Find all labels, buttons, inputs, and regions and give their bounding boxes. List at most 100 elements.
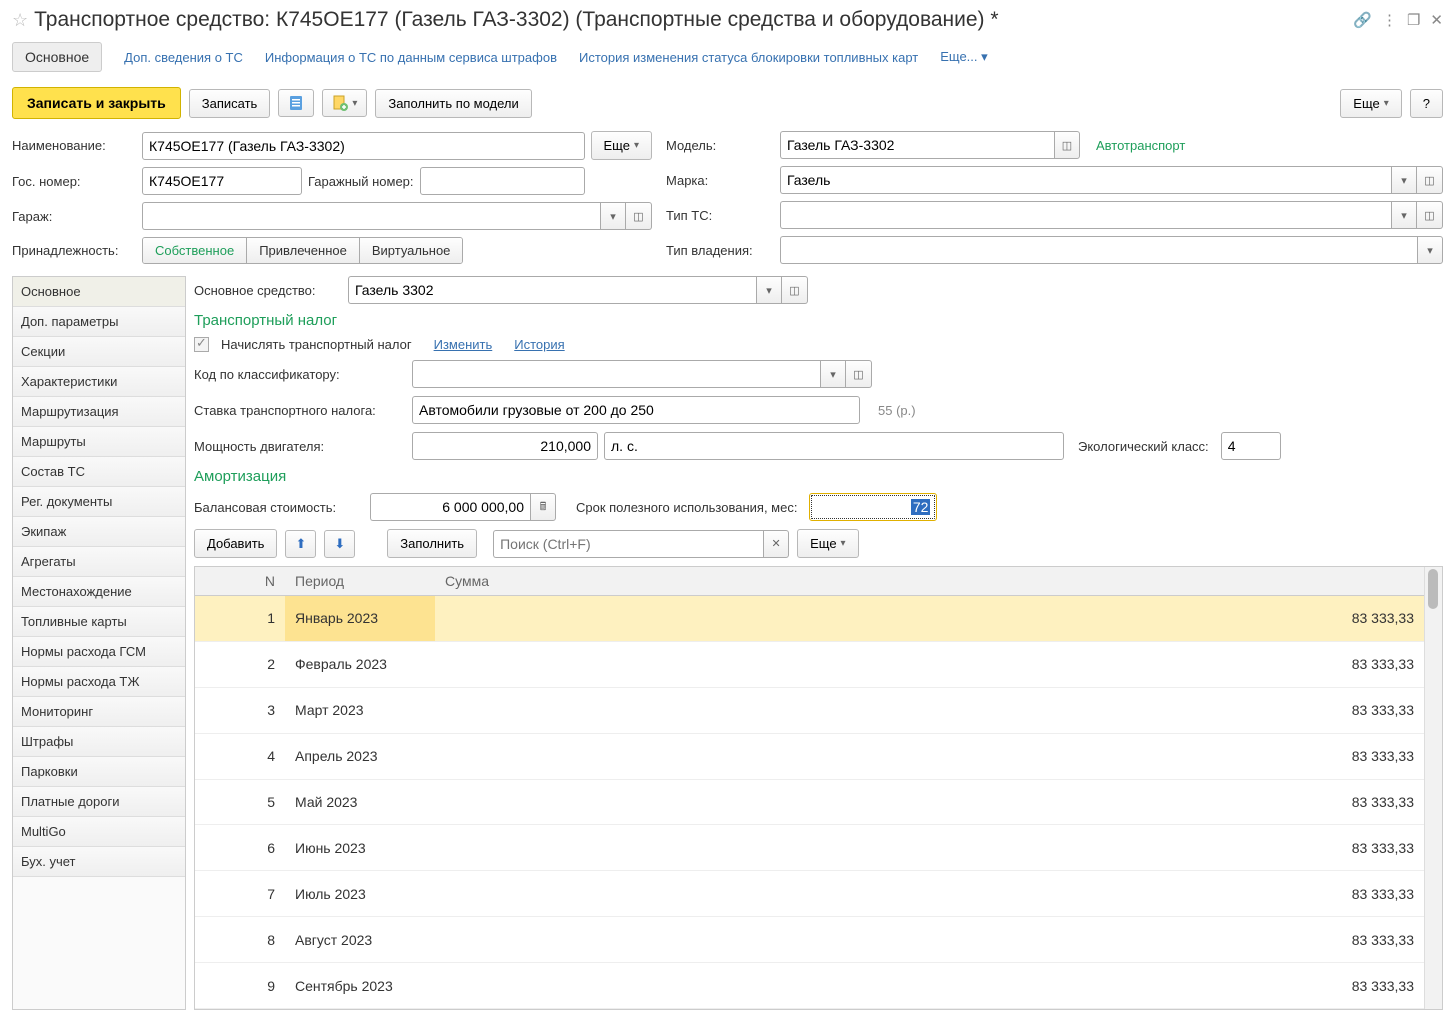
table-row[interactable]: 8Август 202383 333,33 bbox=[195, 917, 1424, 963]
table-more-button[interactable]: Еще ▾ bbox=[797, 529, 858, 558]
tax-checkbox[interactable] bbox=[194, 337, 209, 352]
tax-edit-link[interactable]: Изменить bbox=[434, 337, 493, 352]
tipts-input[interactable] bbox=[780, 201, 1391, 229]
side-item-routes[interactable]: Маршруты bbox=[13, 427, 185, 457]
save-close-button[interactable]: Записать и закрыть bbox=[12, 87, 181, 119]
ownership-contracted[interactable]: Привлеченное bbox=[247, 238, 360, 263]
eco-input[interactable] bbox=[1221, 432, 1281, 460]
brand-dropdown-button[interactable]: ▾ bbox=[1391, 166, 1417, 194]
move-down-button[interactable]: ⬇ bbox=[324, 530, 355, 558]
brand-input[interactable] bbox=[780, 166, 1391, 194]
fill-button[interactable]: Заполнить bbox=[387, 529, 477, 558]
model-open-button[interactable]: ◫ bbox=[1054, 131, 1080, 159]
ownership-own[interactable]: Собственное bbox=[143, 238, 247, 263]
tipts-dropdown-button[interactable]: ▾ bbox=[1391, 201, 1417, 229]
side-item-crew[interactable]: Экипаж bbox=[13, 517, 185, 547]
nav-link-fines[interactable]: Информация о ТС по данным сервиса штрафо… bbox=[265, 50, 557, 65]
link-icon[interactable]: 🔗 bbox=[1353, 11, 1372, 29]
scrollbar-thumb[interactable] bbox=[1428, 569, 1438, 609]
side-item-fuelnorms[interactable]: Нормы расхода ГСМ bbox=[13, 637, 185, 667]
side-item-fuelcards[interactable]: Топливные карты bbox=[13, 607, 185, 637]
toolbar-more-button[interactable]: Еще ▾ bbox=[1340, 89, 1401, 118]
th-sum[interactable]: Сумма bbox=[435, 567, 1424, 596]
classifier-label: Код по классификатору: bbox=[194, 367, 406, 382]
model-input[interactable] bbox=[780, 131, 1054, 159]
save-button[interactable]: Записать bbox=[189, 89, 271, 118]
table-row[interactable]: 1Январь 202383 333,33 bbox=[195, 596, 1424, 642]
amort-table: N Период Сумма 1Январь 202383 333,332Фев… bbox=[195, 567, 1424, 1009]
garagenum-input[interactable] bbox=[420, 167, 585, 195]
garage-input[interactable] bbox=[142, 202, 600, 230]
table-row[interactable]: 7Июль 202383 333,33 bbox=[195, 871, 1424, 917]
table-row[interactable]: 3Март 202383 333,33 bbox=[195, 687, 1424, 733]
table-row[interactable]: 4Апрель 202383 333,33 bbox=[195, 733, 1424, 779]
garage-dropdown-button[interactable]: ▾ bbox=[600, 202, 626, 230]
power-input[interactable] bbox=[412, 432, 598, 460]
calculator-icon[interactable]: 🖩 bbox=[530, 493, 556, 521]
table-row[interactable]: 6Июнь 202383 333,33 bbox=[195, 825, 1424, 871]
name-more-button[interactable]: Еще ▾ bbox=[591, 131, 652, 160]
classifier-open-button[interactable]: ◫ bbox=[846, 360, 872, 388]
side-item-routing[interactable]: Маршрутизация bbox=[13, 397, 185, 427]
create-based-button[interactable]: ▾ bbox=[322, 89, 367, 117]
owntype-input[interactable] bbox=[780, 236, 1417, 264]
brand-open-button[interactable]: ◫ bbox=[1417, 166, 1443, 194]
balance-input[interactable] bbox=[370, 493, 530, 521]
help-button[interactable]: ? bbox=[1410, 89, 1443, 118]
gosnum-input[interactable] bbox=[142, 167, 302, 195]
name-input[interactable] bbox=[142, 132, 585, 160]
ownership-toggle[interactable]: Собственное Привлеченное Виртуальное bbox=[142, 237, 463, 264]
side-item-fines[interactable]: Штрафы bbox=[13, 727, 185, 757]
add-button[interactable]: Добавить bbox=[194, 529, 277, 558]
tipts-open-button[interactable]: ◫ bbox=[1417, 201, 1443, 229]
tax-history-link[interactable]: История bbox=[514, 337, 564, 352]
ownership-virtual[interactable]: Виртуальное bbox=[360, 238, 463, 263]
cell-n: 9 bbox=[195, 963, 285, 1009]
nav-link-block-history[interactable]: История изменения статуса блокировки топ… bbox=[579, 50, 918, 65]
side-item-tollroads[interactable]: Платные дороги bbox=[13, 787, 185, 817]
nav-tab-main[interactable]: Основное bbox=[12, 42, 102, 72]
side-item-accounting[interactable]: Бух. учет bbox=[13, 847, 185, 877]
side-item-chars[interactable]: Характеристики bbox=[13, 367, 185, 397]
owntype-dropdown-button[interactable]: ▾ bbox=[1417, 236, 1443, 264]
window-restore-icon[interactable]: ❐ bbox=[1407, 11, 1420, 29]
term-input[interactable]: 72 bbox=[809, 493, 937, 521]
side-item-composition[interactable]: Состав ТС bbox=[13, 457, 185, 487]
th-n[interactable]: N bbox=[195, 567, 285, 596]
favorite-icon[interactable]: ☆ bbox=[12, 10, 28, 31]
os-input[interactable] bbox=[348, 276, 756, 304]
os-dropdown-button[interactable]: ▾ bbox=[756, 276, 782, 304]
nav-link-extra[interactable]: Доп. сведения о ТС bbox=[124, 50, 243, 65]
side-item-location[interactable]: Местонахождение bbox=[13, 577, 185, 607]
classifier-dropdown-button[interactable]: ▾ bbox=[820, 360, 846, 388]
th-period[interactable]: Период bbox=[285, 567, 435, 596]
table-row[interactable]: 9Сентябрь 202383 333,33 bbox=[195, 963, 1424, 1009]
nav-more[interactable]: Еще... ▾ bbox=[940, 49, 987, 65]
table-row[interactable]: 2Февраль 202383 333,33 bbox=[195, 641, 1424, 687]
side-item-monitoring[interactable]: Мониторинг bbox=[13, 697, 185, 727]
clear-search-button[interactable]: ✕ bbox=[763, 530, 789, 558]
os-open-button[interactable]: ◫ bbox=[782, 276, 808, 304]
side-item-regdocs[interactable]: Рег. документы bbox=[13, 487, 185, 517]
classifier-input[interactable] bbox=[412, 360, 820, 388]
vertical-scrollbar[interactable] bbox=[1424, 567, 1442, 1009]
report-button[interactable] bbox=[278, 89, 314, 117]
taxrate-input[interactable] bbox=[412, 396, 860, 424]
table-row[interactable]: 5Май 202383 333,33 bbox=[195, 779, 1424, 825]
side-item-main[interactable]: Основное bbox=[13, 277, 185, 307]
garage-open-button[interactable]: ◫ bbox=[626, 202, 652, 230]
side-item-parking[interactable]: Парковки bbox=[13, 757, 185, 787]
power-unit-input[interactable] bbox=[604, 432, 1064, 460]
cell-n: 5 bbox=[195, 779, 285, 825]
side-item-sections[interactable]: Секции bbox=[13, 337, 185, 367]
move-up-button[interactable]: ⬆ bbox=[285, 530, 316, 558]
search-input[interactable] bbox=[493, 530, 763, 558]
cell-sum: 83 333,33 bbox=[435, 917, 1424, 963]
fill-by-model-button[interactable]: Заполнить по модели bbox=[375, 89, 531, 118]
side-item-fluidnorms[interactable]: Нормы расхода ТЖ bbox=[13, 667, 185, 697]
close-icon[interactable]: ✕ bbox=[1430, 11, 1443, 29]
kebab-icon[interactable]: ⋮ bbox=[1382, 11, 1397, 29]
side-item-params[interactable]: Доп. параметры bbox=[13, 307, 185, 337]
side-item-aggregates[interactable]: Агрегаты bbox=[13, 547, 185, 577]
side-item-multigo[interactable]: MultiGo bbox=[13, 817, 185, 847]
